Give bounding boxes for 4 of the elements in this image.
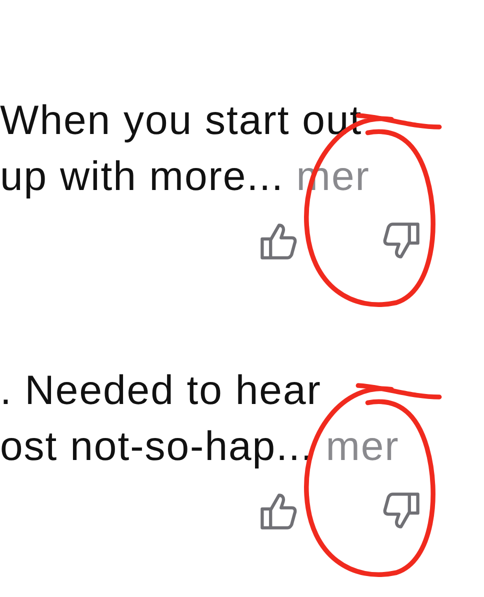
review-text: up with more... [0, 153, 284, 199]
review-text: . Needed to hear [0, 367, 322, 413]
more-link[interactable]: mer [326, 423, 400, 469]
review-text: ost not-so-hap... [0, 423, 314, 469]
